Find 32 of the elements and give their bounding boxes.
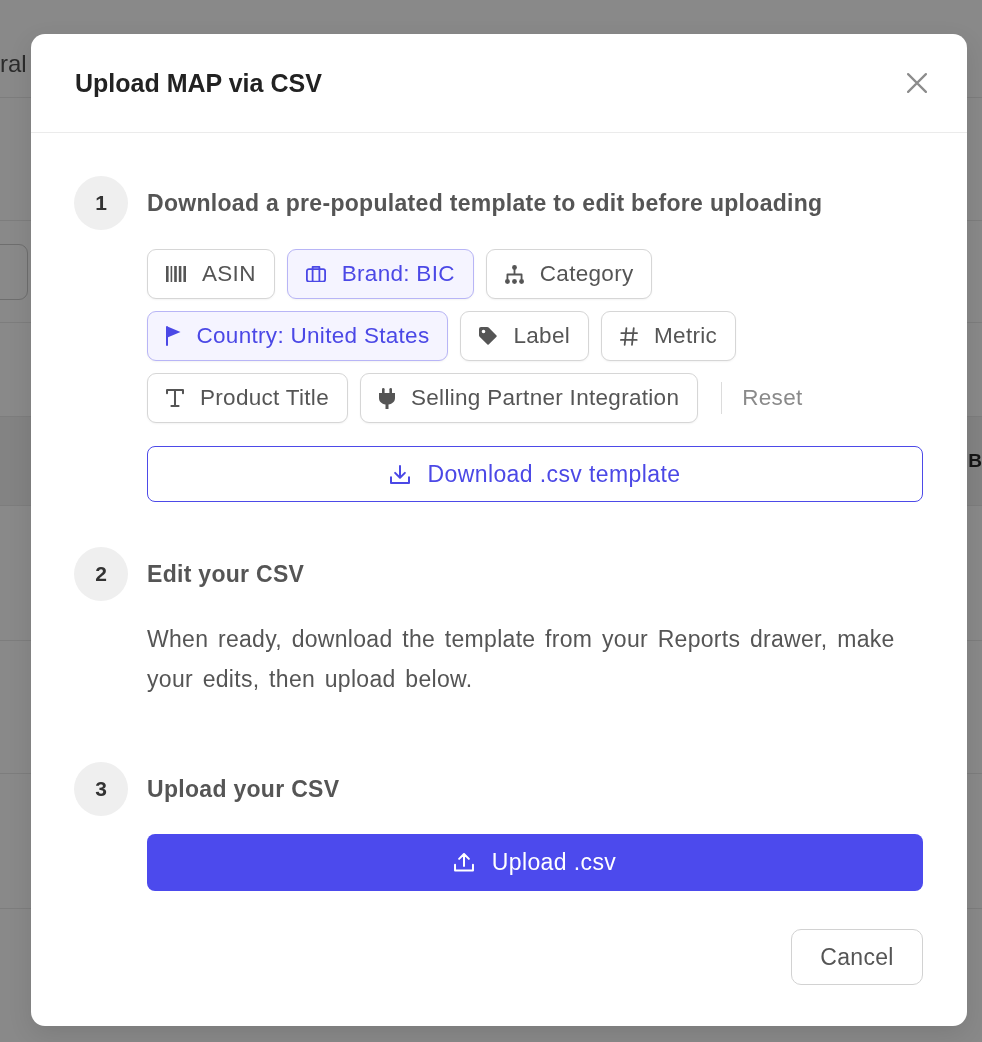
filter-chip[interactable]: Category <box>485 249 653 299</box>
cell-text: B <box>968 449 982 473</box>
step-number: 3 <box>74 762 128 816</box>
step-title: Edit your CSV <box>147 560 306 588</box>
upload-button[interactable]: Upload .csv <box>147 834 923 891</box>
text-icon <box>166 389 184 407</box>
hierarchy-icon <box>504 264 524 284</box>
filter-chip[interactable]: Selling Partner Integration <box>359 373 699 423</box>
filter-chip[interactable]: Brand: BIC <box>286 249 474 299</box>
download-icon <box>389 464 410 484</box>
header-text: ral <box>0 50 27 78</box>
filter-chip[interactable]: Product Title <box>147 373 348 423</box>
step-number: 2 <box>74 547 128 601</box>
barcode-icon <box>166 266 186 282</box>
step-number: 1 <box>74 176 128 230</box>
filter-chip[interactable]: Metric <box>601 311 737 361</box>
hash-icon <box>620 326 639 346</box>
upload-icon <box>453 853 474 872</box>
download-template-button[interactable]: Download .csv template <box>147 446 923 502</box>
filter-chip[interactable]: Label <box>460 311 590 361</box>
flag-icon <box>166 326 181 346</box>
tag-icon <box>479 327 498 345</box>
step-title: Upload your CSV <box>147 775 341 803</box>
step-description: When ready, download the template from your Reports drawer, make your edits, then upload below. <box>147 625 896 694</box>
cancel-button[interactable]: Cancel <box>791 929 923 985</box>
step-title: Download a pre-populated template to edit before uploading <box>147 189 824 217</box>
close-icon[interactable] <box>907 73 927 93</box>
filter-chip[interactable]: Country: United States <box>147 311 449 361</box>
plug-icon <box>378 387 395 409</box>
filter-chip[interactable]: ASIN <box>147 249 275 299</box>
briefcase-icon <box>305 265 326 283</box>
dialog-title: Upload MAP via CSV <box>75 68 322 98</box>
